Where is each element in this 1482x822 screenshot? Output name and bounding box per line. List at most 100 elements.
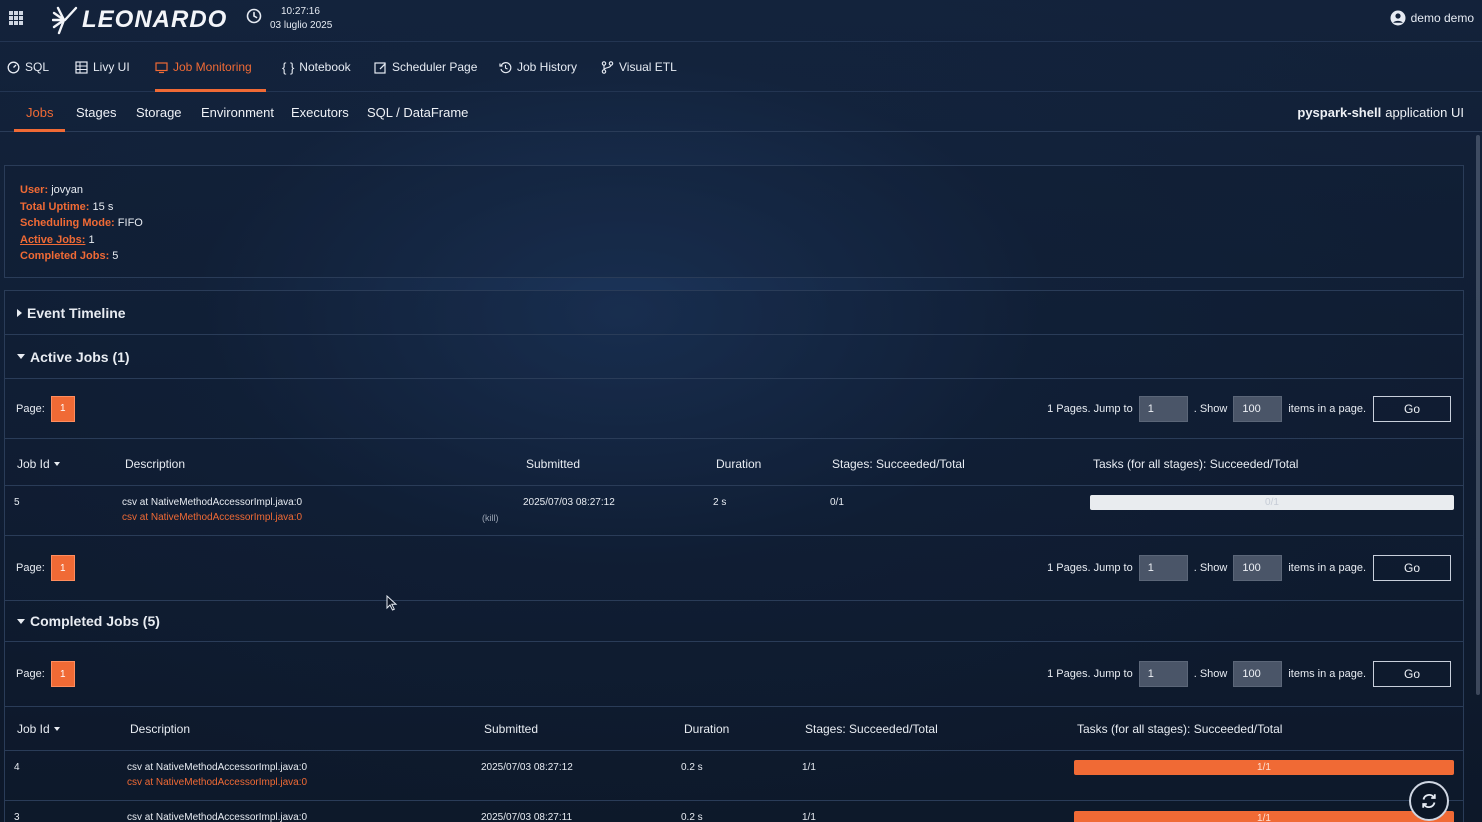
job-stages: 1/1: [802, 762, 816, 773]
sort-desc-icon: [53, 462, 60, 466]
job-description: csv at NativeMethodAccessorImpl.java:0: [127, 762, 308, 773]
job-submitted: 2025/07/03 08:27:11: [481, 812, 573, 822]
summary-panel: User: jovyan Total Uptime: 15 s Scheduli…: [4, 165, 1464, 278]
go-button[interactable]: Go: [1373, 661, 1451, 687]
jobs-panel: Event Timeline Active Jobs (1) Page: 1 1 …: [4, 290, 1464, 822]
nav-livy-ui[interactable]: Livy UI: [75, 42, 130, 92]
table-row: 3 csv at NativeMethodAccessorImpl.java:0…: [5, 801, 1463, 822]
table-grid-icon: [75, 60, 88, 74]
tasks-progress-bar: 1/1: [1074, 811, 1454, 822]
completed-jobs-pager-top: Page:1 1 Pages. Jump to . Show items in …: [5, 642, 1463, 707]
app-suffix: application UI: [1385, 104, 1464, 120]
current-date: 03 luglio 2025: [270, 20, 333, 31]
jump-to-page-input[interactable]: [1138, 395, 1188, 422]
col-job-id[interactable]: Job Id: [17, 442, 60, 486]
col-tasks: Tasks (for all stages): Succeeded/Total: [1093, 457, 1299, 471]
sort-desc-icon: [53, 727, 60, 731]
tasks-progress-bar: 0/1: [1090, 495, 1454, 510]
col-stages: Stages: Succeeded/Total: [805, 722, 938, 736]
tab-stages[interactable]: Stages: [76, 92, 116, 132]
page-size-input[interactable]: [1233, 395, 1283, 422]
col-description[interactable]: Description: [125, 442, 185, 486]
col-description[interactable]: Description: [130, 707, 190, 751]
table-row: 5 csv at NativeMethodAccessorImpl.java:0…: [5, 486, 1463, 536]
page-button[interactable]: 1: [50, 395, 75, 422]
calendar-edit-icon: [374, 61, 386, 74]
caret-right-icon: [17, 308, 22, 317]
job-description-link[interactable]: csv at NativeMethodAccessorImpl.java:0: [127, 777, 307, 788]
brand-name: LEONARDO: [82, 6, 228, 33]
datetime: 10:27:16 03 luglio 2025: [270, 5, 332, 33]
tab-storage[interactable]: Storage: [136, 92, 182, 132]
page-button[interactable]: 1: [50, 555, 75, 581]
job-submitted: 2025/07/03 08:27:12: [481, 762, 573, 773]
nav-job-history[interactable]: Job History: [499, 42, 577, 92]
main-nav: SQL Livy UI Job Monitoring { } Notebook …: [0, 42, 1482, 92]
tab-jobs[interactable]: Jobs: [26, 92, 53, 132]
job-stages: 0/1: [830, 497, 844, 508]
active-tab-indicator: [14, 129, 65, 132]
monitor-icon: [155, 61, 168, 73]
page-button[interactable]: 1: [50, 661, 75, 687]
completed-jobs-toggle[interactable]: Completed Jobs (5): [5, 601, 1463, 642]
tab-environment[interactable]: Environment: [201, 92, 274, 132]
page-scrollbar[interactable]: [1476, 135, 1480, 695]
apps-grid-icon[interactable]: [9, 11, 23, 25]
gauge-icon: [7, 61, 20, 73]
event-timeline-toggle[interactable]: Event Timeline: [5, 291, 1463, 335]
user-avatar-icon: [1390, 10, 1406, 26]
col-submitted[interactable]: Submitted: [484, 707, 538, 751]
go-button[interactable]: Go: [1373, 555, 1451, 581]
jump-to-page-input[interactable]: [1138, 555, 1188, 581]
jump-to-page-input[interactable]: [1138, 661, 1188, 687]
nav-sql[interactable]: SQL: [7, 42, 49, 92]
col-duration[interactable]: Duration: [716, 442, 761, 486]
job-submitted: 2025/07/03 08:27:12: [523, 497, 615, 508]
kill-job-link[interactable]: (kill): [482, 513, 499, 523]
leonardo-logo-icon: [52, 6, 78, 35]
page-size-input[interactable]: [1233, 661, 1283, 687]
user-name: demo demo: [1410, 11, 1474, 25]
top-bar: LEONARDO 10:27:16 03 luglio 2025 demo de…: [0, 0, 1482, 42]
tab-sql-dataframe[interactable]: SQL / DataFrame: [367, 92, 468, 132]
job-duration: 2 s: [713, 497, 727, 508]
history-icon: [499, 61, 512, 73]
active-jobs-table-header: Job Id Description Submitted Duration St…: [5, 442, 1463, 486]
tab-executors[interactable]: Executors: [291, 92, 349, 132]
refresh-button[interactable]: [1409, 781, 1449, 821]
caret-down-icon: [17, 354, 25, 359]
nav-notebook[interactable]: { } Notebook: [282, 42, 351, 92]
col-stages: Stages: Succeeded/Total: [832, 457, 965, 471]
refresh-icon: [1422, 794, 1436, 808]
active-jobs-toggle[interactable]: Active Jobs (1): [5, 335, 1463, 379]
user-menu[interactable]: demo demo: [1390, 10, 1474, 26]
summary-completed-jobs: Completed Jobs: 5: [20, 250, 119, 262]
spark-tabs: Jobs Stages Storage Environment Executor…: [0, 92, 1482, 132]
job-id: 5: [14, 497, 20, 508]
brand-logo[interactable]: LEONARDO: [52, 5, 227, 35]
active-jobs-link[interactable]: Active Jobs:: [20, 234, 85, 246]
summary-user: User: jovyan: [20, 184, 83, 196]
job-duration: 0.2 s: [681, 762, 703, 773]
nav-scheduler-page[interactable]: Scheduler Page: [374, 42, 477, 92]
col-duration[interactable]: Duration: [684, 707, 729, 751]
app-window: LEONARDO 10:27:16 03 luglio 2025 demo de…: [0, 0, 1482, 822]
col-job-id[interactable]: Job Id: [17, 707, 60, 751]
job-id: 4: [14, 762, 20, 773]
app-name: pyspark-shell: [1297, 104, 1382, 120]
active-jobs-pager-bottom: Page:1 1 Pages. Jump to . Show items in …: [5, 536, 1463, 601]
job-description-link[interactable]: csv at NativeMethodAccessorImpl.java:0: [122, 512, 302, 523]
page-size-input[interactable]: [1233, 555, 1283, 581]
go-button[interactable]: Go: [1373, 395, 1451, 422]
job-stages: 1/1: [802, 812, 816, 822]
nav-visual-etl[interactable]: Visual ETL: [601, 42, 677, 92]
current-time: 10:27:16: [281, 6, 320, 17]
flow-icon: [601, 60, 614, 74]
table-row: 4 csv at NativeMethodAccessorImpl.java:0…: [5, 751, 1463, 801]
job-description: csv at NativeMethodAccessorImpl.java:0: [122, 497, 303, 508]
summary-active-jobs: Active Jobs: 1: [20, 233, 95, 246]
summary-uptime: Total Uptime: 15 s: [20, 200, 114, 213]
col-submitted[interactable]: Submitted: [526, 442, 580, 486]
nav-job-monitoring[interactable]: Job Monitoring: [155, 42, 252, 92]
col-tasks: Tasks (for all stages): Succeeded/Total: [1077, 722, 1283, 736]
